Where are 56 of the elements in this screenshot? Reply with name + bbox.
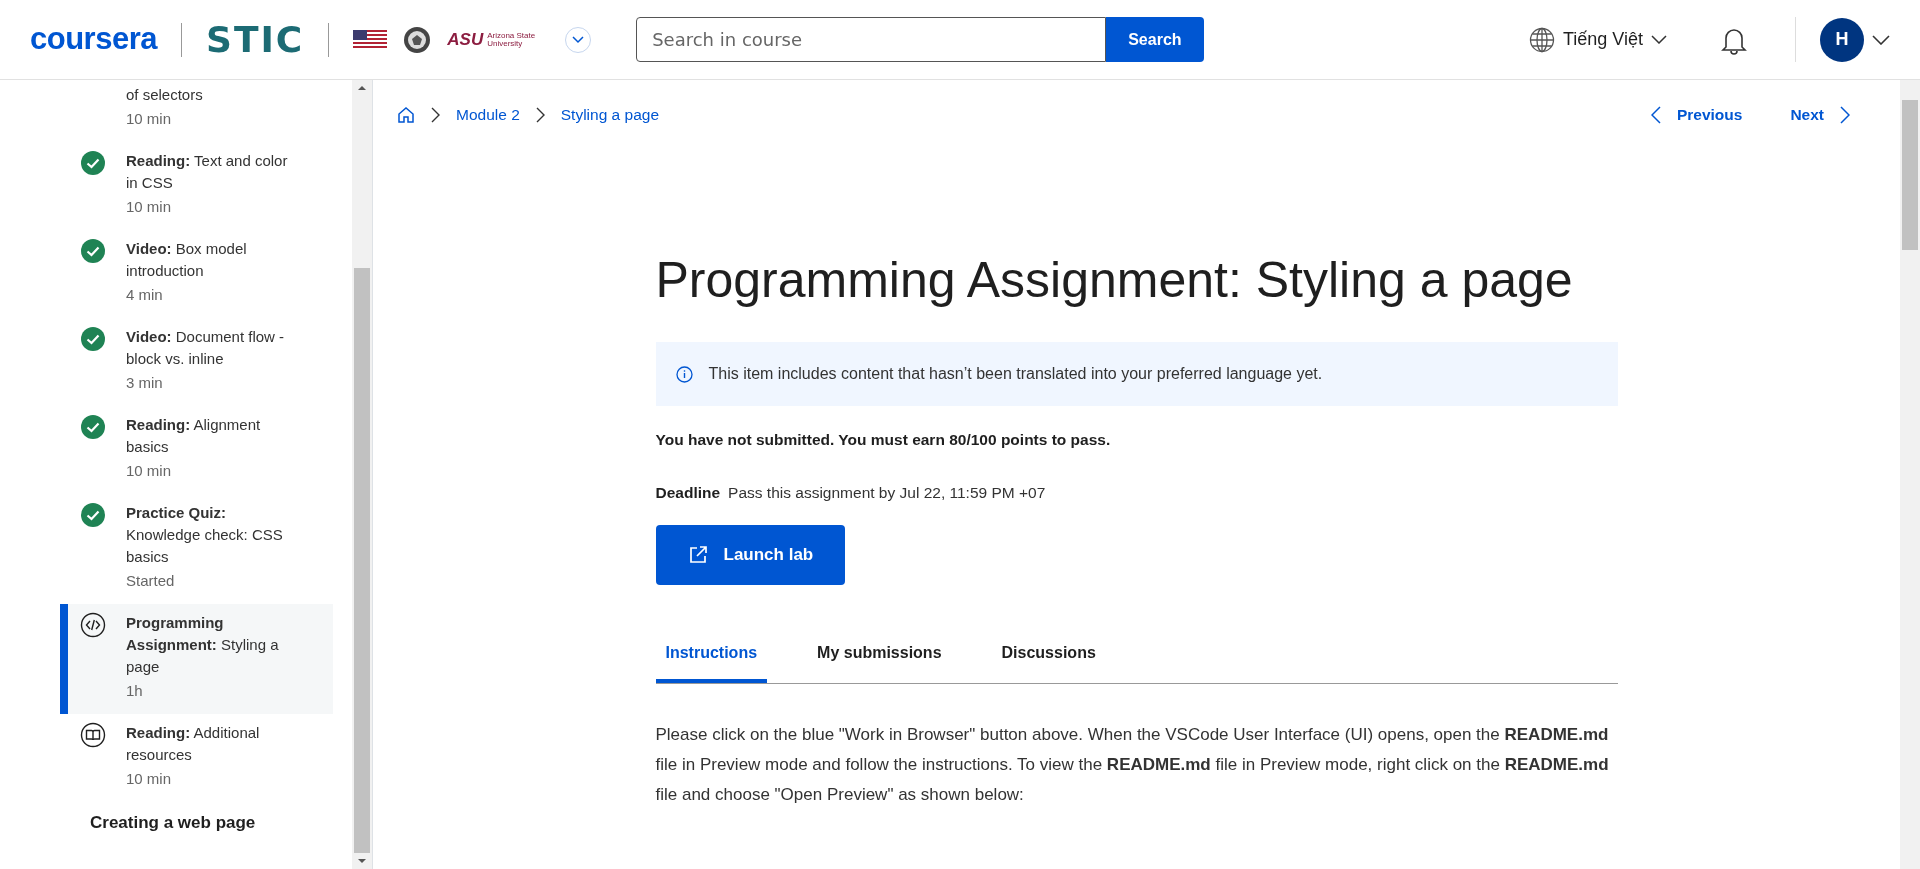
sidebar-item[interactable]: Video: Document flow - block vs. inline 3 min xyxy=(60,318,333,406)
check-circle-icon xyxy=(80,414,106,440)
globe-icon xyxy=(1528,26,1555,53)
check-circle-icon xyxy=(80,502,106,528)
info-icon xyxy=(675,365,693,383)
code-icon xyxy=(80,612,106,638)
breadcrumb-link[interactable]: Module 2 xyxy=(456,103,520,127)
sidebar-item[interactable]: Video: Box model introduction 4 min xyxy=(60,230,333,318)
page-scrollbar[interactable] xyxy=(1900,80,1920,869)
previous-link[interactable]: Previous xyxy=(1650,103,1743,127)
scrollbar[interactable] xyxy=(352,80,372,869)
coursera-logo[interactable]: coursera xyxy=(30,16,157,63)
chevron-down-icon[interactable] xyxy=(1872,34,1890,45)
sidebar-item[interactable]: of selectors 10 min xyxy=(60,80,333,142)
sidebar-item[interactable]: Practice Quiz: Knowledge check: CSS basics Started xyxy=(60,494,333,604)
tab[interactable]: Instructions xyxy=(655,632,768,683)
chevron-right-icon xyxy=(1840,106,1850,124)
next-link[interactable]: Next xyxy=(1790,103,1850,127)
chevron-right-icon xyxy=(535,107,545,123)
check-circle-icon xyxy=(80,150,106,176)
language-selector[interactable]: Tiếng Việt xyxy=(1522,25,1673,54)
sidebar-item[interactable]: Programming Assignment: Styling a page 1h xyxy=(60,604,333,714)
book-icon xyxy=(80,722,106,748)
tab[interactable]: Discussions xyxy=(991,632,1106,683)
module-section-heading[interactable]: Creating a web page xyxy=(60,802,352,836)
deadline-label: Deadline xyxy=(655,483,721,504)
university-logo-mark: ASU xyxy=(447,28,484,51)
scrollbar-thumb[interactable] xyxy=(354,268,370,853)
sidebar-item[interactable]: Reading: Text and color in CSS 10 min xyxy=(60,142,333,230)
chevron-right-icon xyxy=(431,107,440,123)
search-field[interactable]: Search in course xyxy=(636,17,1107,62)
page-title: Programming Assignment: Styling a page xyxy=(655,251,1574,310)
user-avatar[interactable]: H xyxy=(1820,17,1864,62)
submission-status: You have not submitted. You must earn 80/100 points to pass. xyxy=(655,430,1112,450)
home-icon[interactable] xyxy=(397,106,415,124)
check-circle-icon xyxy=(80,326,106,352)
chevron-down-icon xyxy=(572,35,585,44)
launch-lab-button[interactable]: Launch lab xyxy=(655,524,846,585)
external-link-icon xyxy=(687,544,708,565)
notice-text: This item includes content that hasn’t been translated into your preferred language yet. xyxy=(708,364,1323,384)
sidebar-item[interactable]: Reading: Additional resources 10 min xyxy=(60,714,333,802)
breadcrumb-link[interactable]: Styling a page xyxy=(560,103,659,127)
instructions-paragraph: Please click on the blue "Work in Browser" button above. When the VSCode User Interface (UI) opens, open the README.md file in Preview mode and follow the instructions. To view the README.md file in Preview mode, right click on the README.md file and choose "Open Preview" as shown below: xyxy=(655,723,1610,806)
chevron-down-icon xyxy=(1651,35,1667,44)
search-button[interactable]: Search xyxy=(1106,17,1204,62)
check-circle-icon xyxy=(80,238,106,264)
expand-button[interactable] xyxy=(565,26,592,53)
sidebar-item[interactable]: Reading: Alignment basics 10 min xyxy=(60,406,333,494)
partner-logo: STIC xyxy=(205,17,305,62)
chevron-left-icon xyxy=(1650,106,1661,124)
university-name: Arizona State University xyxy=(487,31,537,48)
tab[interactable]: My submissions xyxy=(807,632,952,683)
flag-icon xyxy=(353,29,388,50)
seal-icon xyxy=(403,25,432,54)
scrollbar-thumb[interactable] xyxy=(1902,100,1918,250)
deadline-text: Pass this assignment by Jul 22, 11:59 PM +07 xyxy=(728,483,1046,504)
